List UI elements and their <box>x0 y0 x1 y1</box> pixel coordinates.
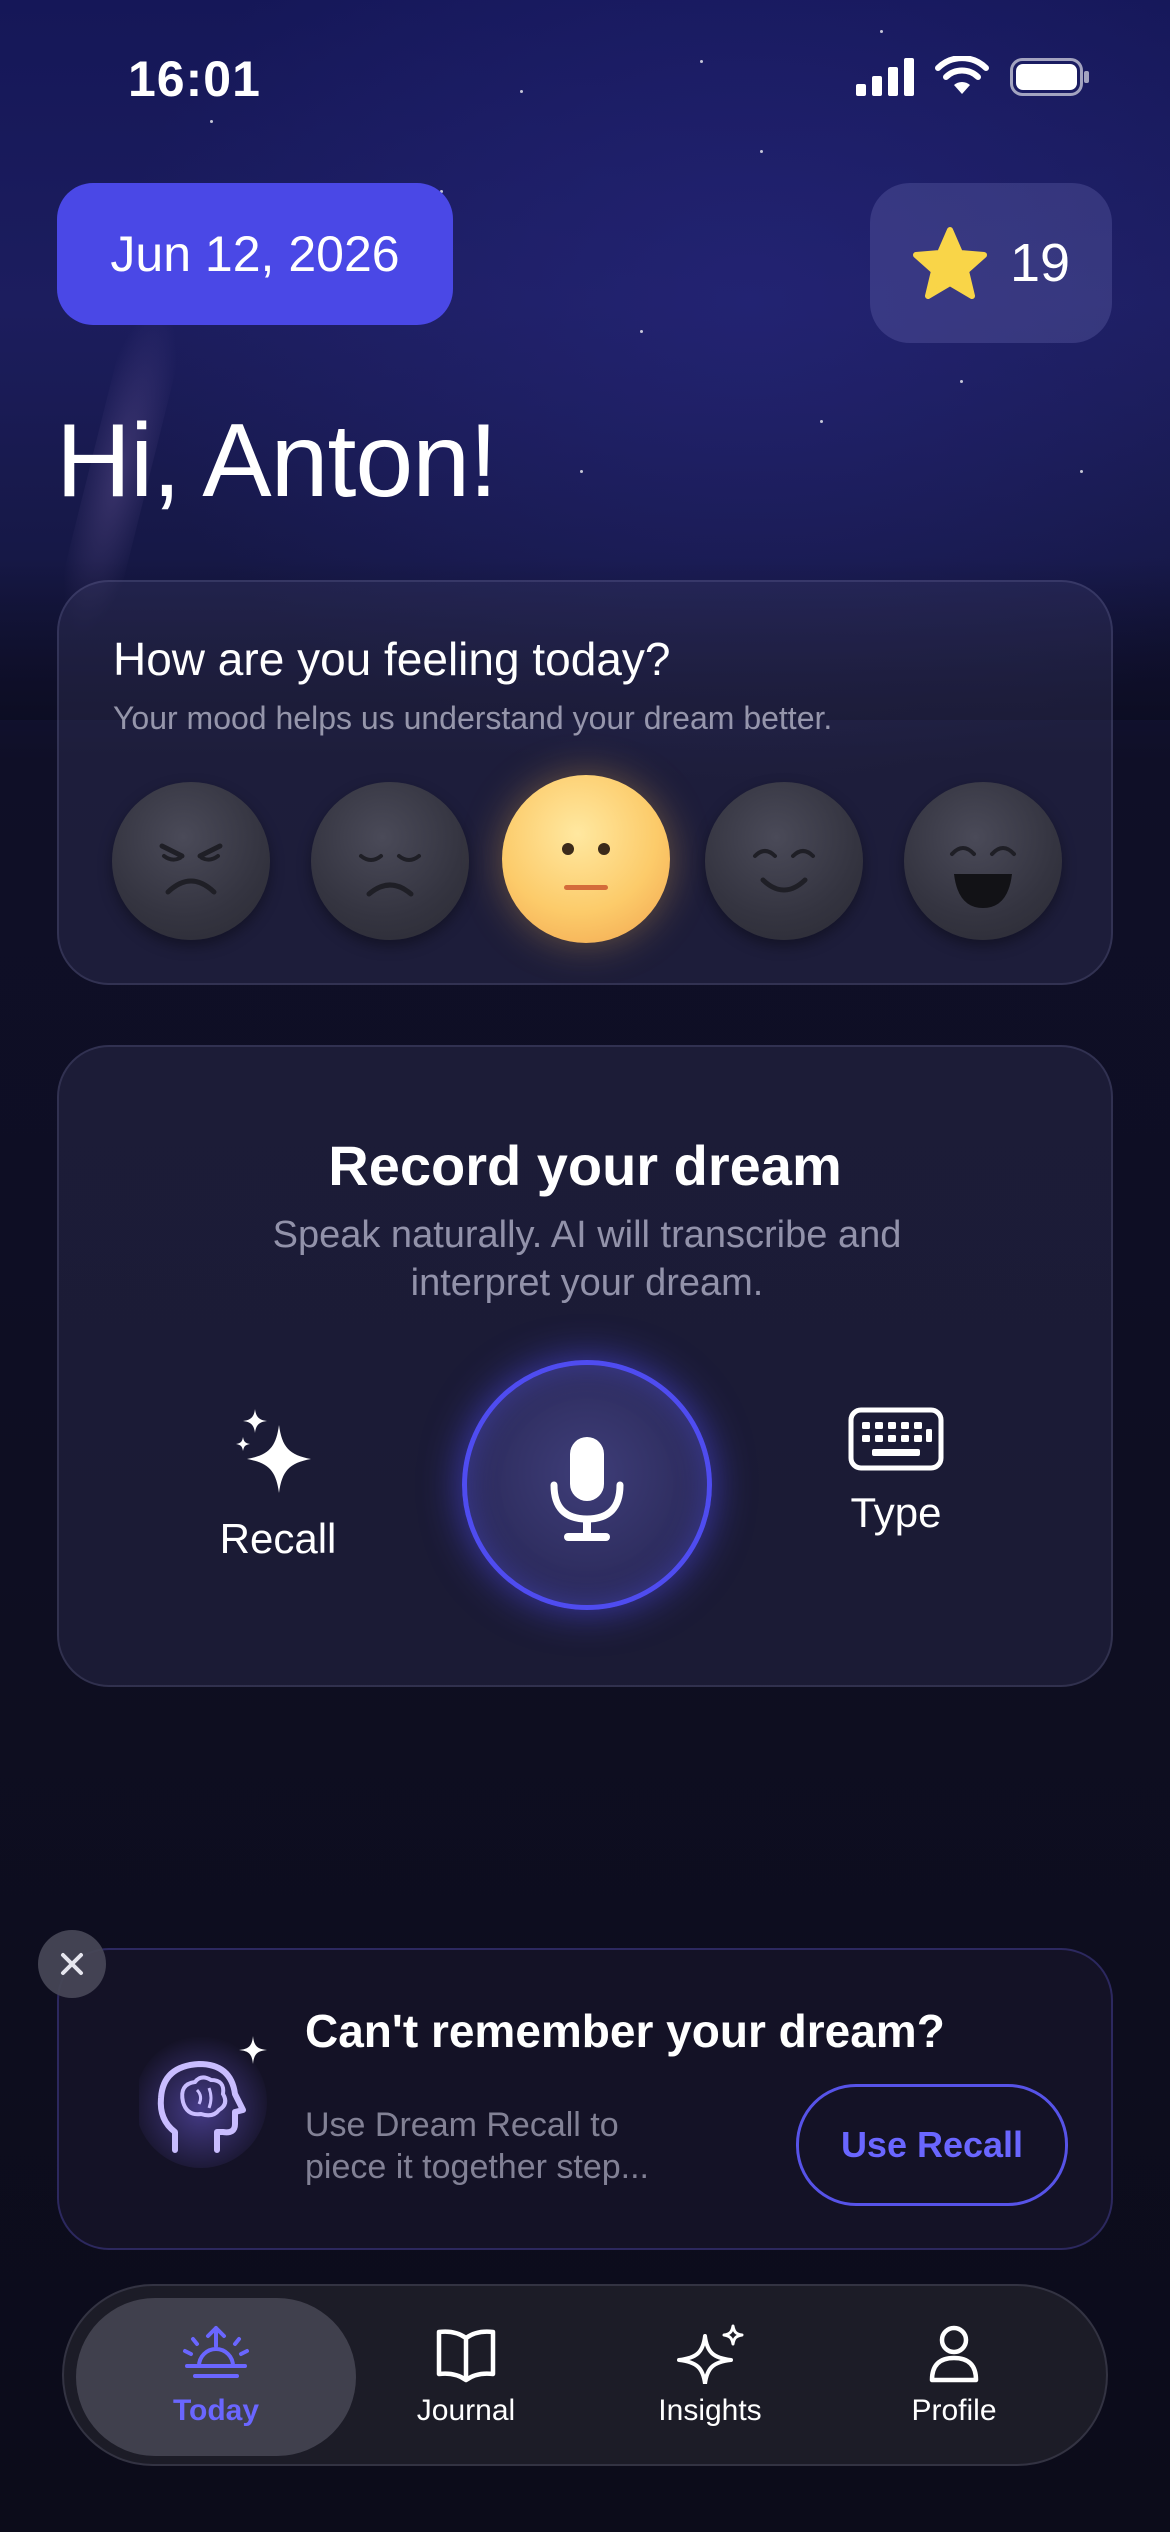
tab-profile-label: Profile <box>911 2394 997 2427</box>
tab-profile[interactable]: Profile <box>814 2298 1094 2456</box>
close-banner-button[interactable] <box>38 1930 106 1998</box>
status-bar: 16:01 <box>0 0 1170 150</box>
sad-face-icon <box>359 854 421 897</box>
mood-neutral-button[interactable] <box>502 775 670 943</box>
brain-head-icon <box>139 2036 267 2168</box>
sparkles-icon <box>236 1409 311 1493</box>
content-face-icon <box>753 849 815 893</box>
mood-subtitle: Your mood helps us understand your dream… <box>113 700 833 736</box>
neutral-face-icon <box>562 843 610 890</box>
sparkles-icon <box>677 2324 744 2384</box>
mood-angry-button[interactable] <box>112 782 270 940</box>
record-title: Record your dream <box>328 1134 842 1197</box>
angry-face-icon <box>159 843 223 895</box>
status-time: 16:01 <box>128 51 261 107</box>
star-icon <box>912 227 987 299</box>
mood-happy-button[interactable] <box>904 782 1062 940</box>
stars-counter-button[interactable]: 19 <box>870 183 1112 343</box>
tab-insights-label: Insights <box>658 2394 762 2427</box>
mood-title: How are you feeling today? <box>113 633 671 685</box>
recall-banner-title: Can't remember your dream? <box>305 2005 945 2057</box>
mood-sad-button[interactable] <box>311 782 469 940</box>
close-icon <box>61 1953 83 1975</box>
record-subtitle: Speak naturally. AI will transcribe and … <box>272 1214 902 1304</box>
book-icon <box>436 2329 496 2383</box>
keyboard-icon <box>848 1407 944 1471</box>
signal-icon <box>856 58 914 96</box>
mood-card: How are you feeling today? Your mood hel… <box>57 580 1113 985</box>
bottom-tab-bar: Today Journal Insights Profile <box>62 2284 1108 2466</box>
person-icon <box>929 2325 979 2383</box>
recall-banner: Can't remember your dream? Use Dream Rec… <box>57 1948 1113 2250</box>
greeting-title: Hi, Anton! <box>56 403 498 519</box>
sunrise-icon <box>183 2326 249 2378</box>
record-microphone-button[interactable] <box>462 1360 712 1610</box>
mood-content-button[interactable] <box>705 782 863 940</box>
tab-today-label: Today <box>172 2394 260 2427</box>
date-label: Jun 12, 2026 <box>110 226 400 282</box>
recall-label: Recall <box>219 1515 337 1562</box>
date-selector-button[interactable]: Jun 12, 2026 <box>57 183 453 325</box>
tab-journal-label: Journal <box>416 2394 516 2427</box>
happy-face-icon <box>950 846 1016 908</box>
tab-today[interactable]: Today <box>76 2298 356 2456</box>
recall-button[interactable]: Recall <box>178 1407 378 1563</box>
use-recall-button[interactable]: Use Recall <box>796 2084 1068 2206</box>
tab-journal[interactable]: Journal <box>326 2298 606 2456</box>
stars-count: 19 <box>1009 233 1071 293</box>
type-button[interactable]: Type <box>796 1407 996 1537</box>
tab-insights[interactable]: Insights <box>570 2298 850 2456</box>
battery-icon <box>1010 58 1089 96</box>
recall-banner-subtitle: Use Dream Recall to piece it together st… <box>305 2106 649 2186</box>
use-recall-label: Use Recall <box>840 2124 1024 2165</box>
type-label: Type <box>850 1489 942 1536</box>
wifi-icon <box>935 56 989 94</box>
record-dream-card: Record your dream Speak naturally. AI wi… <box>57 1045 1113 1687</box>
microphone-icon <box>550 1437 624 1541</box>
